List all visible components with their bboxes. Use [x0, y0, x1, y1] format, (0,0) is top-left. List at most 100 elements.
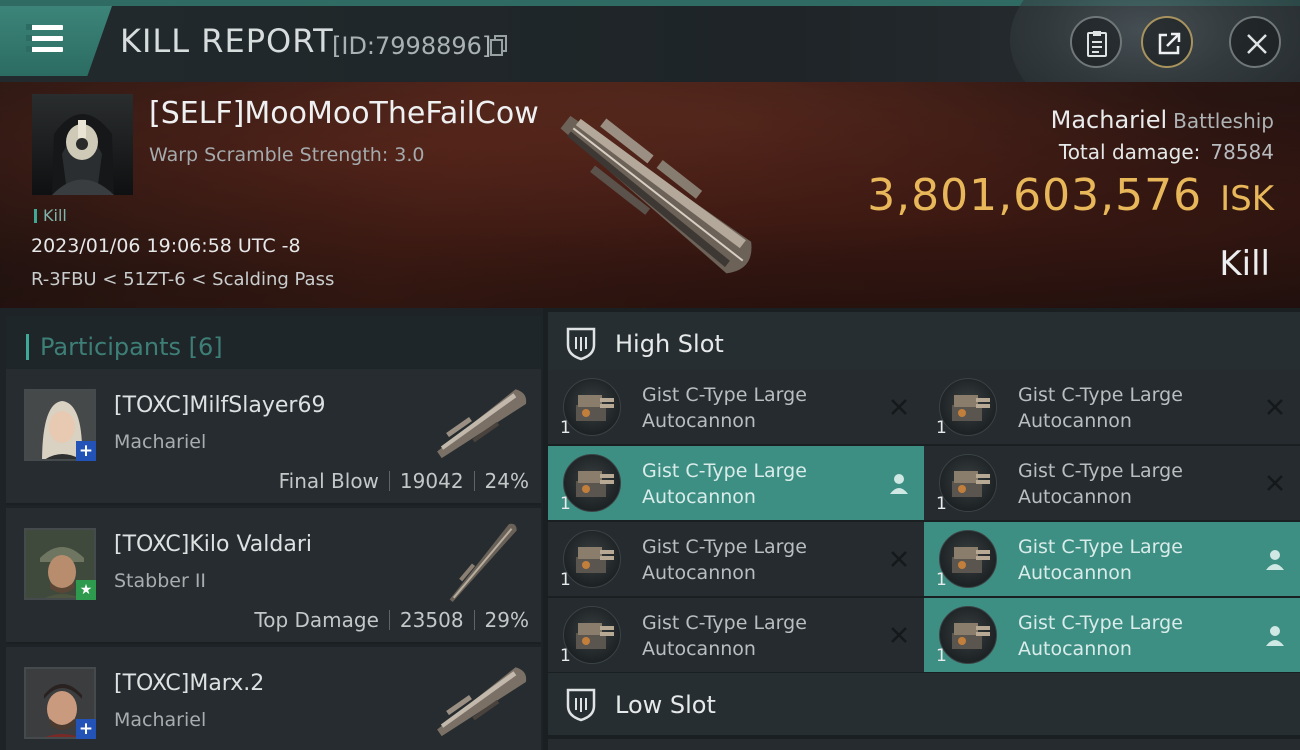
module-tile[interactable]: 1 Gist C-Type Large Autocannon: [924, 522, 1300, 596]
high-slot-header: High Slot: [548, 312, 1300, 374]
ship-class-text: Battleship: [1173, 109, 1274, 133]
module-quantity: 1: [936, 646, 947, 666]
low-slot-header: Low Slot: [548, 673, 1300, 735]
clipboard-button[interactable]: [1070, 16, 1122, 68]
copy-icon[interactable]: [490, 34, 508, 56]
clipboard-icon: [1087, 31, 1107, 57]
isk-value: 3,801,603,576 ISK: [867, 170, 1274, 221]
module-tile[interactable]: 1 Gist C-Type Large Autocannon: [924, 446, 1300, 520]
participant-badge: +: [76, 441, 96, 461]
low-slot-label: Low Slot: [615, 691, 716, 719]
report-id: [ID:7998896]: [332, 32, 492, 60]
participant-row[interactable]: + [TOXC]MilfSlayer69 Machariel Final Blo…: [6, 369, 541, 505]
participant-role: Top Damage: [254, 608, 379, 632]
close-icon[interactable]: [1264, 396, 1286, 418]
module-tile[interactable]: 1 Gist C-Type Large Autocannon: [924, 370, 1300, 444]
module-name: Gist C-Type Large Autocannon: [1018, 536, 1183, 584]
participants-panel: Participants [6] + [TOXC]MilfSlayer69 Ma…: [0, 308, 543, 750]
module-name: Gist C-Type Large Autocannon: [642, 384, 807, 432]
module-name: Gist C-Type Large Autocannon: [642, 536, 807, 584]
participant-row[interactable]: ★ [TOXC]Kilo Valdari Stabber II Top Dama…: [6, 508, 541, 644]
victim-portrait[interactable]: [32, 94, 133, 195]
close-icon: [1247, 34, 1267, 54]
participant-name: [TOXC]MilfSlayer69: [114, 393, 326, 418]
shield-icon: [566, 688, 596, 722]
close-icon[interactable]: [1264, 472, 1286, 494]
participant-percent: 29%: [484, 608, 529, 632]
module-quantity: 1: [936, 570, 947, 590]
module-quantity: 1: [560, 570, 571, 590]
warp-scramble-strength: Warp Scramble Strength: 3.0: [149, 144, 425, 166]
victim-name[interactable]: [SELF]MooMooTheFailCow: [149, 96, 539, 131]
menu-button[interactable]: [0, 6, 112, 76]
participant-row[interactable]: + [TOXC]Marx.2 Machariel: [6, 647, 541, 750]
menu-icon: [26, 23, 63, 53]
module-name: Gist C-Type Large Autocannon: [642, 612, 807, 660]
module-name: Gist C-Type Large Autocannon: [1018, 612, 1183, 660]
autocannon-icon: [563, 378, 621, 436]
participant-damage: 23508: [399, 608, 464, 632]
participant-badge: +: [76, 719, 96, 739]
low-slot-module-peek: [924, 739, 1300, 750]
module-quantity: 1: [936, 494, 947, 514]
export-button[interactable]: [1141, 16, 1193, 68]
kill-result: Kill: [1219, 244, 1270, 284]
participant-badge: ★: [76, 580, 96, 600]
person-icon[interactable]: [1264, 624, 1286, 646]
export-icon: [1158, 32, 1181, 55]
victim-ship-image[interactable]: [530, 88, 790, 303]
module-name: Gist C-Type Large Autocannon: [642, 460, 807, 508]
isk-unit: ISK: [1220, 179, 1274, 219]
participant-ship: Stabber II: [114, 570, 207, 592]
participant-ship-image: [437, 389, 527, 459]
isk-amount: 3,801,603,576: [867, 170, 1203, 221]
ship-name-text: Machariel: [1050, 106, 1168, 134]
participant-ship: Machariel: [114, 709, 207, 731]
module-tile[interactable]: 1 Gist C-Type Large Autocannon: [924, 598, 1300, 672]
kill-header: [SELF]MooMooTheFailCow Warp Scramble Str…: [0, 82, 1300, 308]
module-tile[interactable]: 1 Gist C-Type Large Autocannon: [548, 446, 924, 520]
participant-role: Final Blow: [278, 469, 379, 493]
autocannon-icon: [939, 530, 997, 588]
participant-stats: Final Blow 19042 24%: [279, 469, 529, 493]
autocannon-icon: [939, 378, 997, 436]
participant-name: [TOXC]Marx.2: [114, 671, 265, 696]
close-icon[interactable]: [888, 396, 910, 418]
kill-datetime: 2023/01/06 19:06:58 UTC -8: [31, 235, 301, 257]
module-tile[interactable]: 1 Gist C-Type Large Autocannon: [548, 370, 924, 444]
participant-name: [TOXC]Kilo Valdari: [114, 532, 312, 557]
participant-ship-image: [437, 667, 527, 737]
autocannon-icon: [939, 454, 997, 512]
module-name: Gist C-Type Large Autocannon: [1018, 384, 1183, 432]
module-quantity: 1: [560, 646, 571, 666]
total-damage-value: 78584: [1210, 140, 1274, 164]
total-damage-label: Total damage:: [1058, 140, 1201, 164]
participant-damage: 19042: [399, 469, 464, 493]
victim-ship-name[interactable]: Machariel Battleship: [1051, 106, 1274, 134]
participant-percent: 24%: [484, 469, 529, 493]
shield-icon: [566, 327, 596, 361]
kill-location[interactable]: R-3FBU < 51ZT-6 < Scalding Pass: [31, 269, 334, 290]
person-icon[interactable]: [888, 472, 910, 494]
participants-title: Participants [6]: [40, 333, 223, 361]
module-tile[interactable]: 1 Gist C-Type Large Autocannon: [548, 522, 924, 596]
close-icon[interactable]: [888, 548, 910, 570]
module-quantity: 1: [936, 418, 947, 438]
participant-ship-image: [449, 523, 517, 603]
autocannon-icon: [563, 606, 621, 664]
person-icon[interactable]: [1264, 548, 1286, 570]
high-slot-label: High Slot: [615, 330, 724, 358]
module-tile[interactable]: 1 Gist C-Type Large Autocannon: [548, 598, 924, 672]
module-name: Gist C-Type Large Autocannon: [1018, 460, 1183, 508]
title-bar: KILL REPORT [ID:7998896]: [0, 0, 1300, 82]
kill-tag: Kill: [34, 206, 67, 225]
module-quantity: 1: [560, 494, 571, 514]
participant-stats: Top Damage 23508 29%: [254, 608, 529, 632]
total-damage: Total damage: 78584: [1059, 140, 1274, 164]
close-button[interactable]: [1229, 16, 1281, 68]
low-slot-module-peek: [548, 739, 924, 750]
module-quantity: 1: [560, 418, 571, 438]
autocannon-icon: [563, 530, 621, 588]
autocannon-icon: [939, 606, 997, 664]
close-icon[interactable]: [888, 624, 910, 646]
